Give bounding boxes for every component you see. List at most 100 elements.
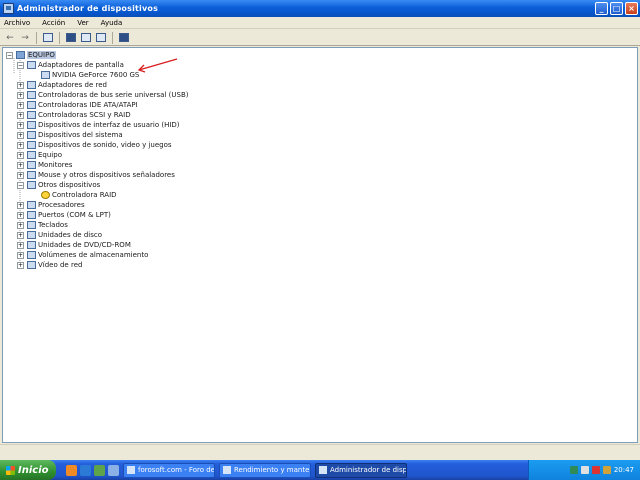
device-category-icon (27, 201, 36, 209)
tree-category[interactable]: − Otros dispositivos (17, 180, 100, 190)
device-category-icon (27, 171, 36, 179)
device-manager-icon (3, 3, 14, 14)
tree-category[interactable]: + Equipo (17, 150, 62, 160)
tree-node-label: Unidades de disco (38, 231, 103, 239)
tree-category[interactable]: + Volúmenes de almacenamiento (17, 250, 148, 260)
expand-icon[interactable]: + (17, 81, 24, 89)
unknown-device-warning-icon (27, 181, 36, 189)
expand-icon[interactable]: + (17, 231, 24, 239)
tree-category[interactable]: + Dispositivos de sonido, video y juegos (17, 140, 172, 150)
tree-category[interactable]: + Dispositivos de interfaz de usuario (HI… (17, 120, 180, 130)
menu-ayuda[interactable]: Ayuda (95, 19, 129, 27)
expand-icon[interactable]: + (17, 131, 24, 139)
expand-icon[interactable]: + (17, 211, 24, 219)
tree-category[interactable]: + Teclados (17, 220, 68, 230)
tree-category[interactable]: + Dispositivos del sistema (17, 130, 123, 140)
expand-icon[interactable]: + (17, 251, 24, 259)
tree-root-equipo[interactable]: − EQUIPO (6, 50, 56, 60)
scan-hardware-icon[interactable] (118, 32, 130, 44)
computer-icon (16, 51, 25, 59)
tree-node-label: Otros dispositivos (38, 181, 101, 189)
task-button-performance[interactable]: Rendimiento y mante... (219, 462, 311, 478)
device-category-icon (27, 251, 36, 259)
tree-node-label: Unidades de DVD/CD-ROM (38, 241, 131, 249)
collapse-icon[interactable]: − (17, 181, 24, 189)
task-label: forosoft.com - Foro de ... (138, 466, 215, 474)
collapse-icon[interactable]: − (6, 51, 13, 59)
device-manager-window: Administrador de dispositivos _ □ × Arch… (0, 0, 640, 480)
tree-category[interactable]: − Adaptadores de pantalla (17, 60, 124, 70)
tree-category[interactable]: + Mouse y otros dispositivos señaladores (17, 170, 175, 180)
tree-device[interactable]: Controladora RAID (31, 190, 117, 200)
tree-node-label: Controladora RAID (52, 191, 117, 199)
tree-node-label: EQUIPO (27, 51, 56, 59)
expand-icon[interactable]: + (17, 241, 24, 249)
tree-device[interactable]: NVIDIA GeForce 7600 GS (31, 70, 139, 80)
collapse-icon[interactable]: − (17, 61, 24, 69)
folder-icon (223, 466, 231, 474)
expand-icon[interactable]: + (17, 171, 24, 179)
tree-node-label: Monitores (38, 161, 73, 169)
warning-device-icon (41, 191, 50, 199)
expand-icon[interactable]: + (17, 151, 24, 159)
tree-node-label: Dispositivos de sonido, video y juegos (38, 141, 172, 149)
tree-category[interactable]: + Monitores (17, 160, 72, 170)
expand-icon[interactable]: + (17, 141, 24, 149)
maximize-button[interactable]: □ (610, 2, 623, 15)
messenger-icon[interactable] (94, 464, 105, 476)
show-desktop-icon[interactable] (108, 464, 119, 476)
volume-icon[interactable] (580, 466, 589, 474)
tree-category[interactable]: + Controladoras IDE ATA/ATAPI (17, 100, 138, 110)
print-icon[interactable] (65, 32, 77, 44)
show-hide-console-tree-icon[interactable] (42, 32, 54, 44)
device-category-icon (27, 211, 36, 219)
device-category-icon (27, 161, 36, 169)
expand-icon[interactable]: + (17, 121, 24, 129)
device-category-icon (27, 151, 36, 159)
security-alert-icon[interactable] (591, 466, 600, 474)
tree-category[interactable]: + Controladoras SCSI y RAID (17, 110, 131, 120)
tree-category[interactable]: + Unidades de DVD/CD-ROM (17, 240, 131, 250)
device-category-icon (27, 91, 36, 99)
tree-node-label: Vídeo de red (38, 261, 83, 269)
tray-app-icon[interactable] (602, 466, 611, 474)
task-label: Administrador de disp... (330, 466, 407, 474)
device-category-icon (27, 61, 36, 69)
tree-category[interactable]: + Controladoras de bus serie universal (U… (17, 90, 188, 100)
back-arrow-icon[interactable]: ← (4, 32, 16, 44)
tree-category[interactable]: + Adaptadores de red (17, 80, 107, 90)
help-icon[interactable] (80, 32, 92, 44)
tree-category[interactable]: + Unidades de disco (17, 230, 102, 240)
minimize-button[interactable]: _ (595, 2, 608, 15)
tree-category[interactable]: + Puertos (COM & LPT) (17, 210, 111, 220)
expand-icon[interactable]: + (17, 261, 24, 269)
title-bar[interactable]: Administrador de dispositivos _ □ × (0, 0, 640, 17)
device-category-icon (27, 221, 36, 229)
close-button[interactable]: × (625, 2, 638, 15)
task-button-forum[interactable]: forosoft.com - Foro de ... (123, 462, 215, 478)
expand-icon[interactable]: + (17, 101, 24, 109)
system-tray: 20:47 (528, 460, 640, 480)
menu-ver[interactable]: Ver (71, 19, 94, 27)
tree-category[interactable]: + Procesadores (17, 200, 85, 210)
forward-arrow-icon[interactable]: → (19, 32, 31, 44)
expand-icon[interactable]: + (17, 161, 24, 169)
network-icon[interactable] (569, 466, 578, 474)
expand-icon[interactable]: + (17, 201, 24, 209)
firefox-icon[interactable] (66, 464, 77, 476)
expand-icon[interactable]: + (17, 221, 24, 229)
quick-launch (66, 464, 119, 476)
menu-archivo[interactable]: Archivo (0, 19, 36, 27)
clock: 20:47 (613, 466, 634, 474)
tree-node-label: Mouse y otros dispositivos señaladores (38, 171, 175, 179)
tree-category[interactable]: + Vídeo de red (17, 260, 82, 270)
menu-accion[interactable]: Acción (36, 19, 71, 27)
expand-icon[interactable]: + (17, 91, 24, 99)
internet-explorer-icon[interactable] (80, 464, 91, 476)
device-manager-icon (319, 466, 327, 474)
expand-icon[interactable]: + (17, 111, 24, 119)
browser-icon (127, 466, 135, 474)
properties-icon[interactable] (95, 32, 107, 44)
task-button-device-manager[interactable]: Administrador de disp... (315, 462, 407, 478)
start-button[interactable]: Inicio (0, 460, 56, 480)
